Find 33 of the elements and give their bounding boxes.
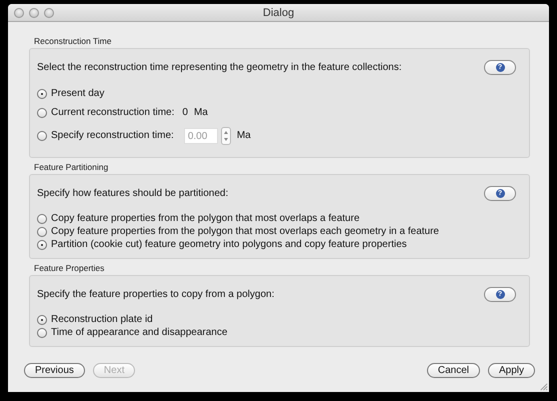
radio-button[interactable] <box>37 314 47 324</box>
zoom-button[interactable] <box>44 8 54 18</box>
group-title: Feature Properties <box>33 263 106 273</box>
radio-button[interactable] <box>37 240 47 250</box>
radio-button[interactable] <box>37 214 47 224</box>
option-label: Reconstruction plate id <box>51 314 153 325</box>
option-label: Copy feature properties from the polygon that most overlaps a feature <box>51 213 360 224</box>
push-button[interactable]: Previous <box>24 363 85 378</box>
unit-label: Ma <box>194 107 208 118</box>
option-label: Present day <box>51 88 104 99</box>
minimize-button[interactable] <box>29 8 39 18</box>
push-button[interactable]: Cancel <box>426 363 480 378</box>
option-label: Time of appearance and disappearance <box>51 327 228 338</box>
radio-button[interactable] <box>37 88 47 98</box>
window-title: Dialog <box>262 6 296 18</box>
radio-button[interactable] <box>37 328 47 338</box>
option-label: Partition (cookie cut) feature geometry into polygons and copy feature properties <box>51 239 407 250</box>
radio-button[interactable] <box>37 226 47 236</box>
group-title: Feature Partitioning <box>33 162 110 172</box>
group-title: Reconstruction Time <box>33 36 112 46</box>
option-label: Current reconstruction time: <box>51 107 174 118</box>
resize-grip-icon[interactable] <box>539 382 548 391</box>
unit-label: Ma <box>236 130 251 141</box>
prompt-text: Select the reconstruction time representing the geometry in the feature collections: <box>37 62 402 72</box>
prompt-text: Specify how features should be partitioned: <box>37 188 228 198</box>
option-label: Specify reconstruction time: <box>51 130 174 141</box>
stepper[interactable] <box>220 126 231 144</box>
prompt-text: Specify the feature properties to copy from a polygon: <box>37 288 274 300</box>
option-label: Copy feature properties from the polygon that most overlaps each geometry in a feature <box>51 226 439 237</box>
value-text: 0 <box>182 107 188 118</box>
push-button[interactable]: Apply <box>488 363 535 378</box>
radio-button[interactable] <box>37 108 47 118</box>
close-button[interactable] <box>14 8 24 18</box>
